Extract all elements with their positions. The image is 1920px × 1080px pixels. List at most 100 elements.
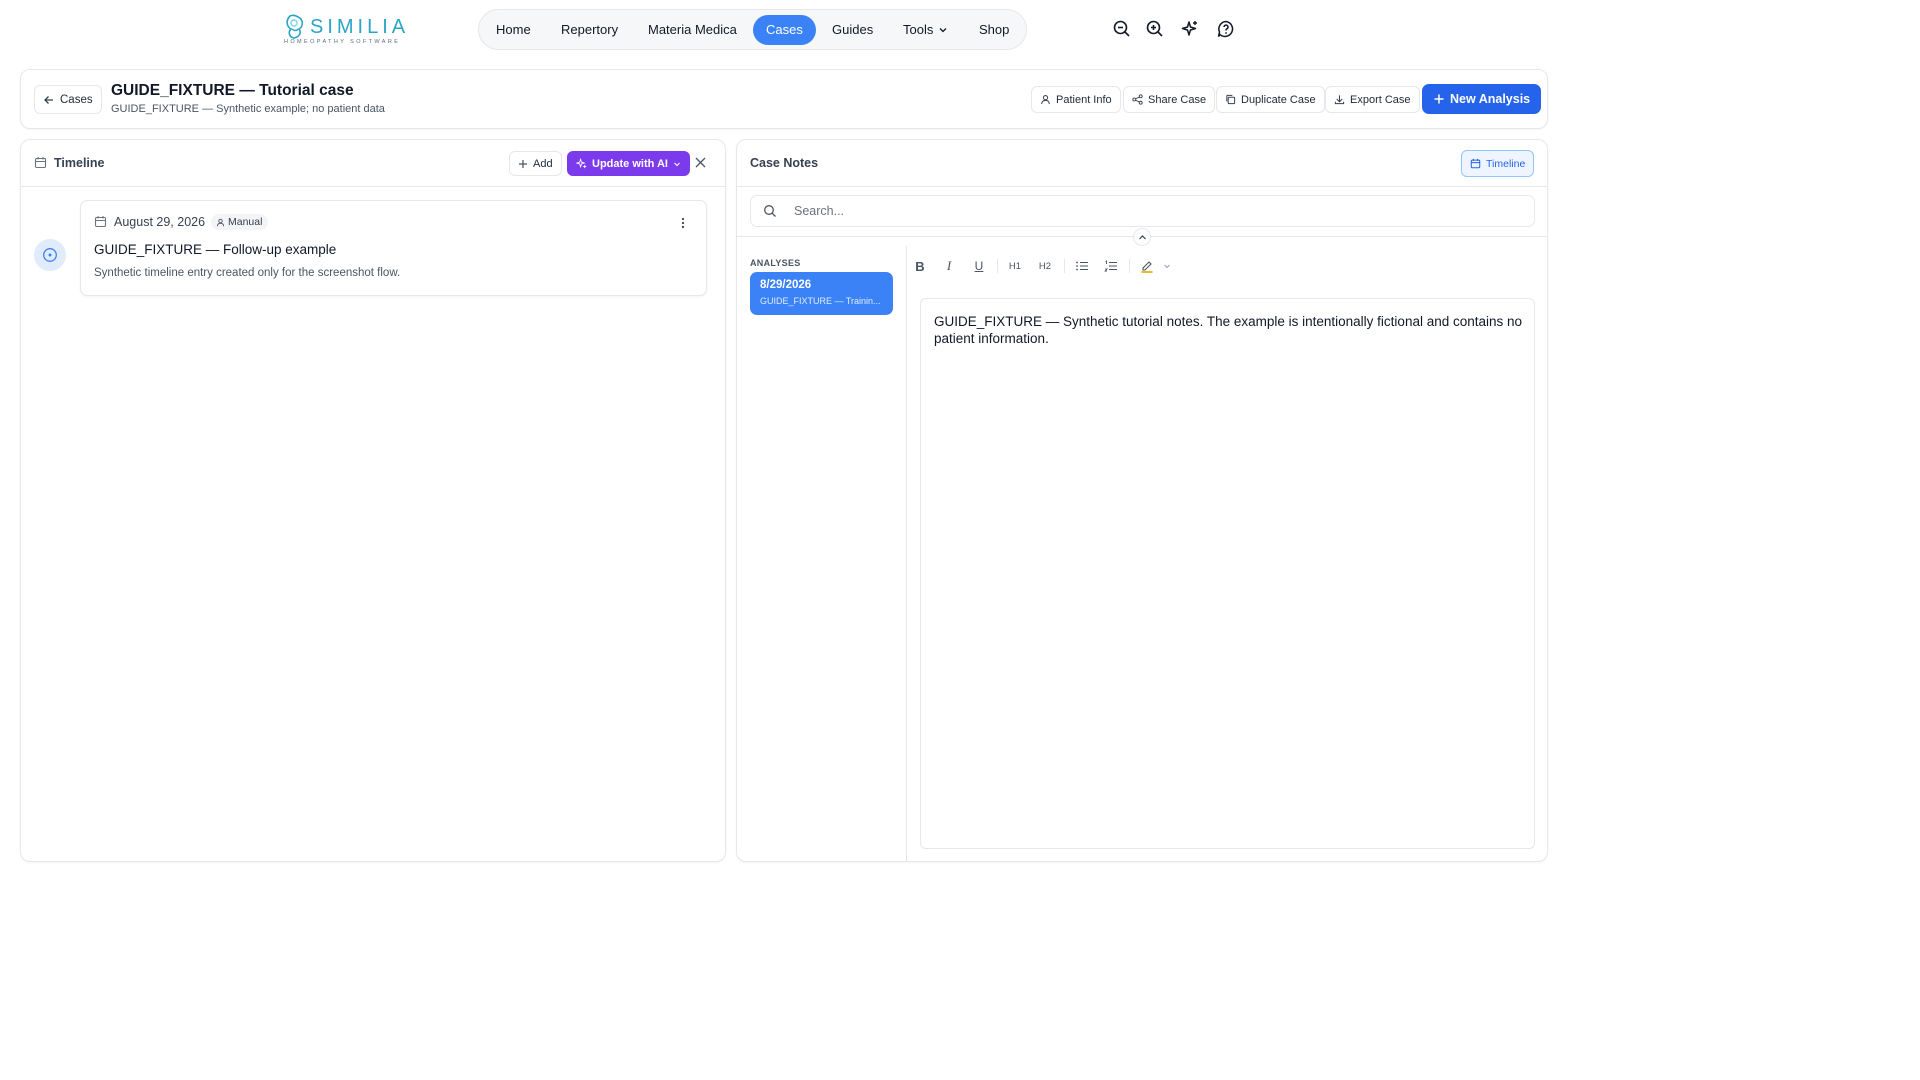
timeline-entry-date: August 29, 2026	[114, 215, 206, 229]
update-with-ai-label: Update with AI	[592, 157, 668, 170]
calendar-icon	[94, 216, 107, 228]
new-analysis-label: New Analysis	[1450, 92, 1531, 106]
notes-header-divider	[737, 186, 1547, 187]
timeline-panel: Timeline Add Update with AI August 29, 2…	[20, 139, 726, 862]
italic-label: I	[946, 258, 952, 273]
case-title: GUIDE_FIXTURE — Tutorial case	[111, 82, 354, 99]
back-to-cases-button[interactable]: Cases	[34, 85, 102, 114]
heading-2-button[interactable]: H2	[1035, 257, 1055, 275]
timeline-marker	[34, 239, 66, 271]
highlighter-icon	[1141, 261, 1153, 273]
calendar-icon	[1470, 158, 1481, 169]
duplicate-case-button[interactable]: Duplicate Case	[1216, 86, 1325, 113]
collapse-toggle[interactable]	[1133, 228, 1151, 246]
nav-shop[interactable]: Shop	[966, 15, 1022, 45]
timeline-title: Timeline	[54, 156, 105, 170]
numbered-list-button[interactable]	[1101, 257, 1121, 275]
bullet-list-button[interactable]	[1072, 257, 1092, 275]
close-icon[interactable]	[694, 156, 707, 169]
toolbar-separator	[1064, 259, 1065, 273]
nav-materia-medica[interactable]: Materia Medica	[635, 15, 750, 45]
circle-dot-icon	[43, 248, 57, 262]
timeline-entry-card[interactable]: August 29, 2026 Manual GUIDE_FIXTURE — F…	[80, 200, 707, 296]
notes-editor[interactable]: GUIDE_FIXTURE — Synthetic tutorial notes…	[920, 298, 1535, 849]
share-case-label: Share Case	[1148, 93, 1207, 106]
sparkles-icon[interactable]	[1180, 19, 1200, 39]
brand-name: SIMILIA	[310, 16, 410, 38]
nav-guides[interactable]: Guides	[819, 15, 886, 45]
italic-button[interactable]: I	[939, 257, 959, 275]
user-icon	[1041, 95, 1050, 105]
timeline-toggle-button[interactable]: Timeline	[1461, 150, 1535, 177]
notes-search-input[interactable]: Search...	[794, 204, 844, 218]
notes-editor-text: GUIDE_FIXTURE — Synthetic tutorial notes…	[934, 314, 1523, 346]
chevron-down-icon	[939, 28, 947, 33]
bullet-list-icon	[1076, 261, 1088, 271]
case-subtitle: GUIDE_FIXTURE — Synthetic example; no pa…	[111, 103, 385, 115]
brand-logo[interactable]: SIMILIA HOMEOPATHY SOFTWARE	[282, 12, 405, 48]
calendar-icon	[34, 157, 47, 169]
patient-info-button[interactable]: Patient Info	[1031, 86, 1121, 113]
numbered-list-icon	[1104, 260, 1117, 272]
share-case-button[interactable]: Share Case	[1123, 86, 1216, 113]
analysis-item-date: 8/29/2026	[760, 279, 812, 291]
nav-tools[interactable]: Tools	[890, 15, 961, 45]
toolbar-separator	[1129, 259, 1130, 273]
highlight-button[interactable]	[1137, 257, 1157, 275]
case-header: Cases GUIDE_FIXTURE — Tutorial case GUID…	[20, 69, 1548, 129]
source-badge: Manual	[211, 214, 269, 230]
zoom-out-icon[interactable]	[1112, 19, 1132, 39]
copy-icon	[1226, 94, 1236, 105]
brand-tagline: HOMEOPATHY SOFTWARE	[284, 39, 401, 45]
analysis-item[interactable]: 8/29/2026 GUIDE_FIXTURE — Trainin...	[750, 272, 893, 315]
chevron-down-icon[interactable]	[1163, 262, 1171, 270]
source-badge-label: Manual	[228, 216, 263, 228]
add-timeline-entry-button[interactable]: Add	[509, 151, 562, 176]
timeline-header-divider	[21, 186, 725, 187]
chevron-down-icon	[674, 162, 680, 166]
main-nav: Home Repertory Materia Medica Cases Guid…	[478, 9, 1027, 50]
nav-home[interactable]: Home	[483, 15, 544, 45]
new-analysis-button[interactable]: New Analysis	[1422, 84, 1542, 114]
analyses-divider	[906, 246, 907, 862]
case-notes-title: Case Notes	[750, 156, 819, 170]
timeline-toggle-label: Timeline	[1486, 157, 1526, 170]
case-notes-panel: Case Notes Timeline Search... ANALYSES 8…	[736, 139, 1548, 862]
add-label: Add	[533, 157, 553, 170]
search-icon	[764, 205, 776, 217]
export-case-button[interactable]: Export Case	[1325, 86, 1420, 113]
logo-mark-icon	[286, 14, 304, 39]
nav-repertory[interactable]: Repertory	[548, 15, 631, 45]
zoom-in-icon[interactable]	[1145, 19, 1165, 39]
more-vertical-icon[interactable]	[677, 216, 689, 230]
timeline-entry-description: Synthetic timeline entry created only fo…	[94, 267, 401, 279]
user-icon	[216, 218, 225, 226]
share-icon	[1132, 94, 1143, 105]
nav-tools-label: Tools	[903, 22, 934, 37]
timeline-entry-title: GUIDE_FIXTURE — Follow-up example	[94, 242, 337, 257]
toolbar-separator	[997, 259, 998, 273]
nav-cases[interactable]: Cases	[753, 15, 816, 45]
plus-icon	[519, 159, 527, 168]
bold-button[interactable]: B	[910, 257, 930, 275]
notes-search-box[interactable]: Search...	[750, 195, 1535, 227]
download-icon	[1334, 95, 1345, 105]
underline-label: U	[974, 259, 984, 273]
plus-icon	[1434, 94, 1444, 104]
export-case-label: Export Case	[1350, 93, 1411, 106]
heading-1-button[interactable]: H1	[1005, 257, 1025, 275]
analysis-item-name: GUIDE_FIXTURE — Trainin...	[760, 296, 881, 306]
back-to-cases-label: Cases	[60, 93, 93, 106]
help-icon[interactable]	[1216, 19, 1236, 39]
underline-button[interactable]: U	[969, 257, 989, 275]
sparkles-icon	[576, 158, 587, 169]
heading-2-label: H2	[1038, 260, 1052, 272]
analyses-heading: ANALYSES	[750, 258, 801, 268]
patient-info-label: Patient Info	[1056, 93, 1112, 106]
duplicate-case-label: Duplicate Case	[1241, 93, 1316, 106]
update-with-ai-button[interactable]: Update with AI	[567, 151, 690, 176]
chevron-up-icon	[1138, 234, 1146, 239]
arrow-left-icon	[44, 95, 53, 104]
heading-1-label: H1	[1008, 260, 1022, 272]
bold-label: B	[915, 258, 925, 274]
